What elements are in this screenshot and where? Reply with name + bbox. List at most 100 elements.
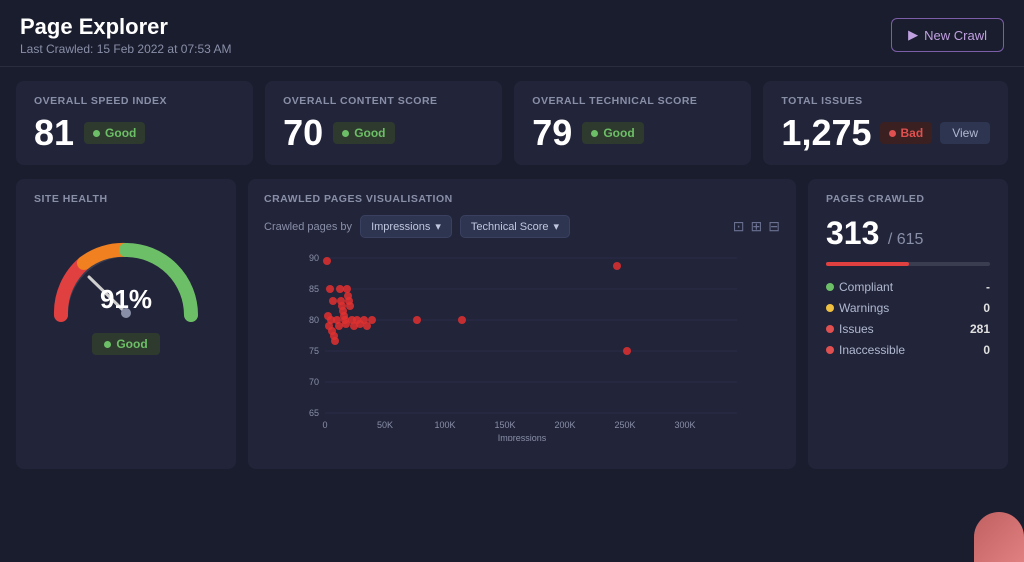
legend-list: Compliant - Warnings 0 Issues: [826, 280, 990, 357]
inaccessible-count: 0: [983, 343, 990, 357]
issues-count: 281: [970, 322, 990, 336]
speed-index-badge: Good: [84, 122, 145, 144]
svg-text:250K: 250K: [614, 420, 635, 430]
metrics-row: OVERALL SPEED INDEX 81 Good OVERALL CONT…: [16, 81, 1008, 165]
technical-score-label: OVERALL TECHNICAL SCORE: [532, 95, 733, 107]
inaccessible-label: Inaccessible: [839, 343, 905, 357]
total-issues-card: TOTAL ISSUES 1,275 Bad View: [763, 81, 1008, 165]
content-score-badge-label: Good: [354, 126, 385, 140]
speed-index-label: OVERALL SPEED INDEX: [34, 95, 235, 107]
new-crawl-button[interactable]: ▶ New Crawl: [891, 18, 1004, 52]
svg-text:150K: 150K: [494, 420, 515, 430]
compliant-label: Compliant: [839, 280, 893, 294]
site-health-dot: [104, 341, 111, 348]
impressions-label: Impressions: [371, 221, 430, 233]
svg-text:65: 65: [309, 408, 319, 418]
impressions-dropdown[interactable]: Impressions ▾: [360, 215, 452, 238]
legend-warnings: Warnings 0: [826, 301, 990, 315]
svg-text:85: 85: [309, 284, 319, 294]
legend-issues: Issues 281: [826, 322, 990, 336]
legend-compliant: Compliant -: [826, 280, 990, 294]
warnings-label: Warnings: [839, 301, 889, 315]
site-health-badge: Good: [92, 333, 159, 355]
inaccessible-dot: [826, 346, 834, 354]
svg-text:75: 75: [309, 346, 319, 356]
svg-text:50K: 50K: [377, 420, 393, 430]
view-issues-button[interactable]: View: [940, 122, 990, 144]
svg-text:80: 80: [309, 315, 319, 325]
chart-icon-1[interactable]: ⊡: [733, 218, 745, 235]
legend-inaccessible: Inaccessible 0: [826, 343, 990, 357]
site-health-card: SITE HEALTH 91%: [16, 179, 236, 469]
total-issues-dot: [889, 130, 896, 137]
issues-dot: [826, 325, 834, 333]
technical-score-value: 79: [532, 115, 572, 151]
total-issues-value-row: 1,275 Bad View: [781, 115, 990, 151]
technical-score-dropdown[interactable]: Technical Score ▾: [460, 215, 570, 238]
technical-score-badge-label: Good: [603, 126, 634, 140]
last-crawled-text: Last Crawled: 15 Feb 2022 at 07:53 AM: [20, 42, 231, 56]
new-crawl-label: New Crawl: [924, 28, 987, 43]
pages-progress-fill: [826, 262, 909, 266]
chart-controls-label: Crawled pages by: [264, 221, 352, 233]
main-content: OVERALL SPEED INDEX 81 Good OVERALL CONT…: [0, 67, 1024, 483]
chart-card: CRAWLED PAGES VISUALISATION Crawled page…: [248, 179, 796, 469]
bottom-row: SITE HEALTH 91%: [16, 179, 1008, 469]
chevron-down-icon: ▾: [435, 220, 441, 233]
pages-total: / 615: [888, 231, 924, 248]
chart-icon-3[interactable]: ⊟: [768, 218, 780, 235]
svg-text:90: 90: [309, 253, 319, 263]
page-title: Page Explorer: [20, 14, 231, 40]
total-issues-label: TOTAL ISSUES: [781, 95, 990, 107]
technical-score-dropdown-label: Technical Score: [471, 221, 549, 233]
header-left: Page Explorer Last Crawled: 15 Feb 2022 …: [20, 14, 231, 56]
content-score-value: 70: [283, 115, 323, 151]
warnings-count: 0: [983, 301, 990, 315]
chart-title: CRAWLED PAGES VISUALISATION: [264, 193, 780, 205]
pages-count-row: 313 / 615: [826, 215, 990, 252]
total-issues-badge-label: Bad: [901, 126, 924, 140]
chart-controls: Crawled pages by Impressions ▾ Technical…: [264, 215, 780, 238]
technical-score-badge: Good: [582, 122, 643, 144]
chart-icons: ⊡ ⊞ ⊟: [733, 218, 780, 235]
scatter-chart: 90 85 80 75 70 65 0 50K 100K: [264, 246, 780, 441]
pages-progress-bar: [826, 262, 990, 266]
svg-text:0: 0: [322, 420, 327, 430]
avatar[interactable]: [974, 512, 1024, 562]
scatter-svg: 90 85 80 75 70 65 0 50K 100K: [264, 246, 780, 441]
speed-index-card: OVERALL SPEED INDEX 81 Good: [16, 81, 253, 165]
total-issues-value: 1,275: [781, 115, 871, 151]
issues-label: Issues: [839, 322, 874, 336]
content-score-card: OVERALL CONTENT SCORE 70 Good: [265, 81, 502, 165]
compliant-dot: [826, 283, 834, 291]
svg-text:100K: 100K: [434, 420, 455, 430]
content-score-badge: Good: [333, 122, 394, 144]
svg-text:300K: 300K: [674, 420, 695, 430]
speed-index-value-row: 81 Good: [34, 115, 235, 151]
site-health-percentage: 91%: [100, 284, 152, 315]
chevron-down-icon-2: ▾: [554, 220, 560, 233]
speed-index-badge-label: Good: [105, 126, 136, 140]
technical-score-card: OVERALL TECHNICAL SCORE 79 Good: [514, 81, 751, 165]
chart-icon-2[interactable]: ⊞: [751, 218, 763, 235]
speed-index-dot: [93, 130, 100, 137]
compliant-count: -: [986, 280, 990, 294]
technical-score-dot: [591, 130, 598, 137]
site-health-title: SITE HEALTH: [34, 193, 108, 205]
speed-index-value: 81: [34, 115, 74, 151]
page-header: Page Explorer Last Crawled: 15 Feb 2022 …: [0, 0, 1024, 67]
pages-crawled-card: PAGES CRAWLED 313 / 615 Compliant -: [808, 179, 1008, 469]
pages-crawled-title: PAGES CRAWLED: [826, 193, 990, 205]
play-icon: ▶: [908, 27, 918, 43]
site-health-badge-label: Good: [116, 337, 147, 351]
svg-text:Impressions: Impressions: [498, 433, 547, 441]
warnings-dot: [826, 304, 834, 312]
svg-text:70: 70: [309, 377, 319, 387]
gauge-container: 91%: [46, 225, 206, 325]
content-score-dot: [342, 130, 349, 137]
technical-score-value-row: 79 Good: [532, 115, 733, 151]
svg-text:200K: 200K: [554, 420, 575, 430]
total-issues-badge: Bad: [880, 122, 933, 144]
pages-count: 313: [826, 215, 879, 251]
content-score-label: OVERALL CONTENT SCORE: [283, 95, 484, 107]
